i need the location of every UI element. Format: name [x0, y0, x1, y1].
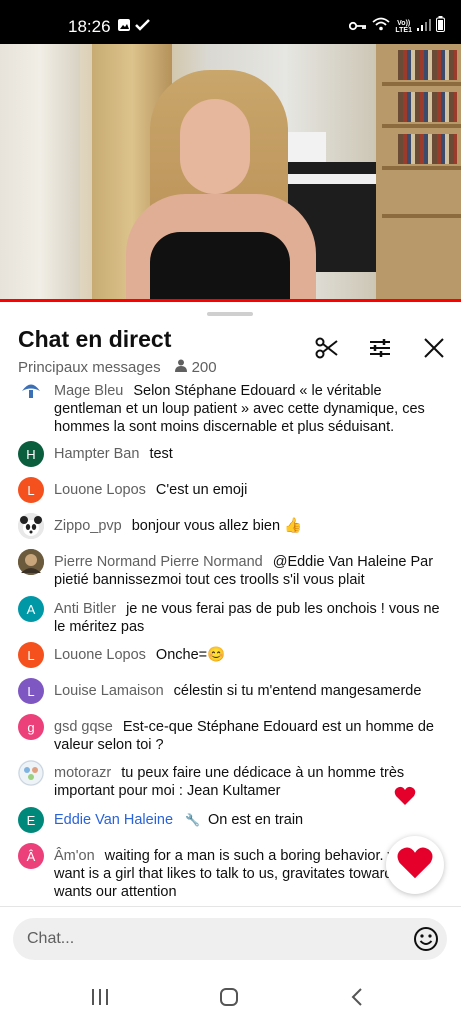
security-check-icon	[135, 18, 151, 37]
floating-heart-icon	[394, 786, 416, 812]
status-time: 18:26	[68, 17, 111, 36]
message-text: Onche=😊	[155, 647, 226, 663]
avatar[interactable]: H	[18, 441, 44, 467]
message-author[interactable]: Louone Lopos	[54, 482, 146, 498]
sliders-icon	[368, 337, 392, 364]
message-author[interactable]: gsd gqse	[54, 719, 113, 735]
home-icon	[219, 987, 239, 1012]
message-author[interactable]: Louone Lopos	[54, 647, 146, 663]
message-author[interactable]: Louise Lamaison	[54, 683, 164, 699]
message-text: bonjour vous allez bien 👍	[131, 518, 303, 534]
wifi-icon	[372, 17, 390, 36]
emoji-button[interactable]	[413, 926, 439, 952]
reaction-button[interactable]	[386, 836, 444, 894]
viewer-count: 200	[191, 359, 217, 376]
message-author[interactable]: Mage Bleu	[54, 383, 123, 399]
message-author[interactable]: Pierre Normand Pierre Normand	[54, 554, 263, 570]
message-author[interactable]: Âm'on	[54, 848, 95, 864]
avatar[interactable]: E	[18, 807, 44, 833]
avatar[interactable]: L	[18, 678, 44, 704]
back-icon	[350, 987, 364, 1012]
avatar[interactable]: Â	[18, 843, 44, 869]
clip-button[interactable]	[313, 336, 341, 364]
chat-filter-button[interactable]	[366, 336, 394, 364]
heart-icon	[396, 846, 434, 885]
drag-handle[interactable]	[207, 312, 253, 316]
chat-input-placeholder: Chat...	[27, 930, 75, 947]
message-text: C'est un emoji	[155, 482, 248, 498]
chat-input[interactable]: Chat...	[13, 918, 447, 960]
home-button[interactable]	[217, 987, 241, 1012]
message-text: célestin si tu m'entend mangesamerde	[173, 683, 422, 699]
recent-apps-icon	[90, 988, 110, 1011]
signal-icon	[417, 18, 431, 36]
message-author[interactable]: Hampter Ban	[54, 446, 139, 462]
message-author[interactable]: Zippo_pvp	[54, 518, 122, 534]
message-author[interactable]: motorazr	[54, 765, 111, 781]
avatar[interactable]: A	[18, 596, 44, 622]
recent-apps-button[interactable]	[88, 988, 112, 1010]
avatar[interactable]	[18, 382, 44, 404]
person-icon	[174, 359, 187, 376]
message-text: test	[149, 446, 173, 462]
gallery-icon	[117, 18, 131, 37]
message-author[interactable]: Anti Bitler	[54, 601, 116, 617]
avatar[interactable]: L	[18, 477, 44, 503]
battery-icon	[436, 16, 445, 37]
chat-mode-selector[interactable]: Principaux messages 200	[18, 359, 217, 376]
network-type: Vo)) LTE1	[395, 19, 412, 34]
emoji-icon	[413, 927, 439, 956]
message-author-moderator[interactable]: Eddie Van Haleine	[54, 812, 173, 828]
avatar[interactable]: g	[18, 714, 44, 740]
status-bar: 18:26 Vo)) LTE1	[0, 0, 461, 44]
live-video[interactable]	[0, 44, 461, 301]
avatar[interactable]	[18, 760, 44, 786]
moderator-wrench-icon: 🔧	[185, 813, 200, 827]
avatar[interactable]: L	[18, 642, 44, 668]
system-nav-bar	[0, 972, 461, 1024]
message-text: waiting for a man is such a boring behav…	[54, 848, 441, 900]
close-chat-button[interactable]	[420, 336, 448, 364]
back-button[interactable]	[345, 987, 369, 1012]
avatar[interactable]	[18, 513, 44, 539]
chat-title: Chat en direct	[18, 326, 172, 352]
message-text: On est en train	[208, 812, 304, 828]
chat-message-list[interactable]: Mage Bleu Selon Stéphane Edouard « le vér…	[0, 382, 461, 906]
scissors-icon	[315, 337, 339, 364]
close-icon	[423, 337, 445, 364]
key-icon	[349, 18, 367, 36]
avatar[interactable]	[18, 549, 44, 575]
chat-mode-label: Principaux messages	[18, 359, 161, 376]
